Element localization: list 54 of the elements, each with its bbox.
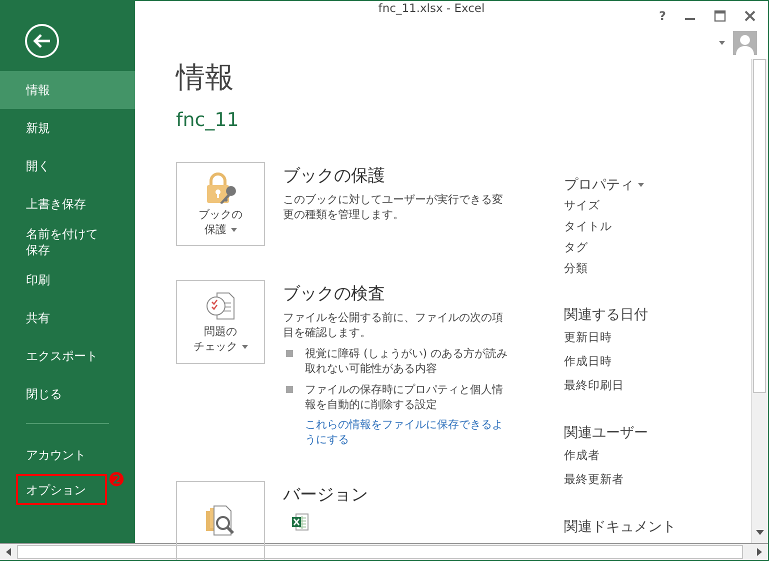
caret-icon[interactable] — [719, 41, 725, 45]
checklist-icon — [204, 290, 236, 322]
window-title: fnc_11.xlsx - Excel — [378, 1, 485, 15]
sidebar-item[interactable]: 上書き保存 — [0, 185, 135, 223]
caret-icon — [230, 228, 236, 232]
property-label: 作成者 — [564, 447, 601, 464]
scroll-right-arrow-icon[interactable] — [757, 548, 762, 556]
section-button[interactable]: 問題の チェック — [176, 280, 265, 364]
page-heading: 情報 — [176, 59, 235, 95]
sidebar-item[interactable]: 印刷 — [0, 261, 135, 299]
sidebar-item[interactable]: 情報 — [0, 71, 135, 109]
save-info-link[interactable]: これらの情報をファイルに保存できるようにする — [305, 417, 509, 447]
step-number: ❷ — [108, 470, 126, 490]
property-group-title: プロパティ — [564, 175, 734, 195]
property-label: サイズ — [564, 197, 601, 214]
property-group-title: 関連する日付 — [564, 306, 649, 325]
property-label: 作成日時 — [564, 353, 613, 370]
sidebar-item[interactable]: 新規 — [0, 109, 135, 147]
spreadsheet-file-icon — [291, 513, 309, 531]
property-label: タグ — [564, 239, 589, 256]
property-label: 最終更新者 — [564, 471, 625, 488]
sidebar-item[interactable]: 共有 — [0, 299, 135, 337]
section-description: このブックに対してユーザーが実行できる変更の種類を管理します。 — [283, 192, 504, 222]
property-label: タイトル — [564, 218, 613, 235]
section-button[interactable]: ブックの 保護 — [176, 162, 265, 246]
property-label: 最終印刷日 — [564, 377, 625, 394]
sidebar-item[interactable]: 開く — [0, 147, 135, 185]
section-title: ブックの保護 — [283, 165, 386, 188]
bullet-text: 視覚に障碍 (しょうがい) のある方が読み取れない可能性がある内容 — [305, 346, 509, 376]
file-name: fnc_11 — [176, 109, 240, 131]
caret-icon[interactable] — [638, 183, 644, 188]
bullet-text: ファイルの保存時にプロパティと個人情報を自動的に削除する設定 — [305, 382, 504, 412]
caret-icon — [242, 344, 248, 349]
help-button[interactable]: ? — [659, 9, 666, 23]
section-description: ファイルを公開する前に、ファイルの次の項目を確認します。 — [283, 310, 504, 340]
property-group-title: 関連ドキュメント — [564, 518, 677, 537]
property-group-title: 関連ユーザー — [564, 424, 649, 443]
section-title: バージョン — [283, 484, 369, 507]
property-label: 分類 — [564, 260, 589, 277]
sidebar-item[interactable]: 閉じる — [0, 375, 135, 413]
close-icon[interactable] — [744, 10, 756, 22]
horizontal-scrollbar[interactable] — [0, 543, 768, 560]
maximize-icon[interactable] — [714, 10, 726, 22]
property-label: 更新日時 — [564, 329, 613, 346]
vertical-scrollbar[interactable] — [751, 59, 768, 543]
section-title: ブックの検査 — [283, 283, 386, 306]
scroll-left-arrow-icon[interactable] — [6, 548, 11, 556]
sidebar-item[interactable]: 名前を付けて保存 — [0, 223, 135, 261]
sidebar-item[interactable]: エクスポート — [0, 337, 135, 375]
bullet-square — [286, 386, 293, 393]
scroll-thumb[interactable] — [753, 59, 766, 393]
scroll-down-arrow-icon[interactable] — [756, 530, 764, 535]
sidebar-item[interactable]: オプション — [16, 474, 107, 505]
bullet-square — [286, 350, 293, 357]
